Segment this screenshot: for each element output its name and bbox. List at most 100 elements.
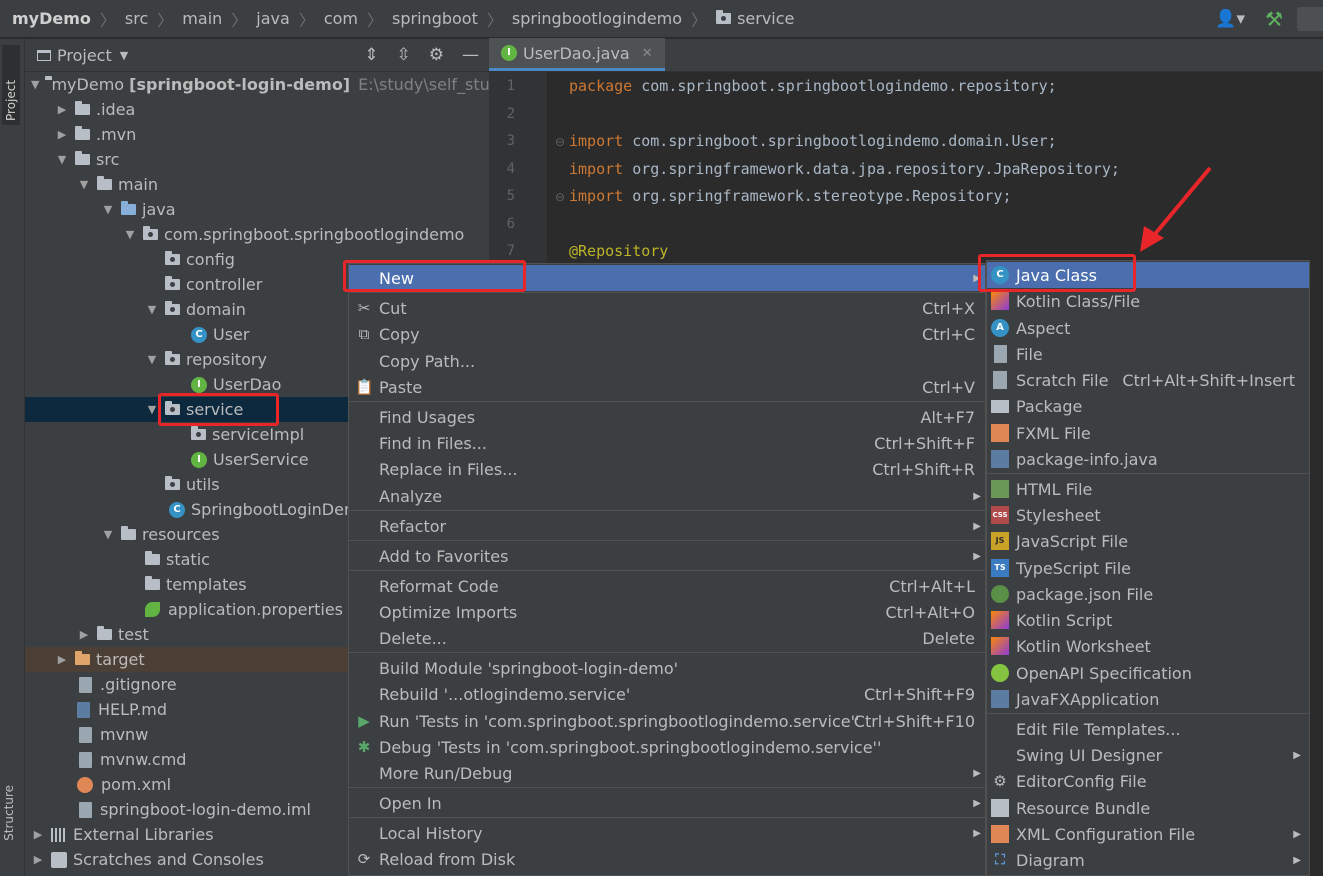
minimize-icon[interactable]: — — [462, 45, 479, 65]
tree-item-label: src — [96, 150, 120, 169]
chevron-down-icon[interactable]: ▼ — [55, 153, 69, 166]
submenu-item-label: Edit File Templates... — [1016, 719, 1181, 739]
menu-item-cut[interactable]: ✂ Cut Ctrl+X — [349, 295, 985, 321]
code-line-3[interactable]: import com.springboot.springbootlogindem… — [569, 132, 1057, 150]
chevron-down-icon[interactable]: ▼ — [145, 353, 159, 366]
menu-item-reformat-code[interactable]: Reformat Code Ctrl+Alt+L — [349, 573, 985, 599]
submenu-item-kotlin-script[interactable]: Kotlin Script — [987, 607, 1309, 633]
chevron-down-icon[interactable]: ▼ — [120, 49, 128, 62]
context-menu: New ▶ ✂ Cut Ctrl+X ⧉ Copy Ctrl+C Copy Path...… — [348, 263, 986, 876]
chevron-right-icon[interactable]: ▶ — [55, 103, 69, 116]
chevron-right-icon[interactable]: ▶ — [77, 628, 91, 641]
submenu-item-edit-file-templates[interactable]: Edit File Templates... — [987, 716, 1309, 742]
menu-item-refactor[interactable]: Refactor ▶ — [349, 513, 985, 539]
submenu-item-package-info[interactable]: package-info.java — [987, 446, 1309, 472]
chevron-down-icon[interactable]: ▼ — [123, 228, 137, 241]
submenu-item-swing-ui-designer[interactable]: Swing UI Designer ▶ — [987, 742, 1309, 768]
structure-tool-tab[interactable]: Structure — [2, 785, 16, 841]
chevron-down-icon[interactable]: ▼ — [145, 303, 159, 316]
line-number: 1 — [506, 78, 515, 94]
submenu-item-openapi[interactable]: OpenAPI Specification — [987, 660, 1309, 686]
menu-item-add-to-favorites[interactable]: Add to Favorites ▶ — [349, 543, 985, 569]
submenu-item-aspect[interactable]: A Aspect — [987, 315, 1309, 341]
code-line-7[interactable]: @Repository — [569, 242, 668, 260]
gear-icon[interactable]: ⚙ — [429, 45, 444, 65]
tree-item-java[interactable]: ▼ java — [25, 197, 489, 222]
menu-item-rebuild[interactable]: Rebuild '...otlogindemo.service' Ctrl+Shi… — [349, 681, 985, 707]
chevron-down-icon[interactable]: ▼ — [31, 78, 39, 91]
chevron-down-icon[interactable]: ▼ — [101, 528, 115, 541]
tree-item-main[interactable]: ▼ main — [25, 172, 489, 197]
breadcrumb-item-com[interactable]: com — [324, 9, 358, 28]
chevron-down-icon[interactable]: ▼ — [101, 203, 115, 216]
build-hammer-icon[interactable]: ⚒ — [1265, 7, 1283, 31]
submenu-item-javascript-file[interactable]: JS JavaScript File — [987, 528, 1309, 554]
chevron-right-icon[interactable]: ▶ — [55, 653, 69, 666]
menu-item-debug-tests[interactable]: ✱ Debug 'Tests in 'com.springboot.springb… — [349, 734, 985, 760]
breadcrumb-item-springbootlogindemo[interactable]: springbootlogindemo — [512, 9, 682, 28]
submenu-item-editorconfig[interactable]: ⚙ EditorConfig File — [987, 768, 1309, 794]
collapse-all-icon[interactable]: ⇳ — [397, 45, 411, 65]
submenu-item-fxml-file[interactable]: FXML File — [987, 420, 1309, 446]
project-tool-tab[interactable]: Project — [2, 45, 20, 125]
tree-item-mvn[interactable]: ▶ .mvn — [25, 122, 489, 147]
user-icon[interactable]: 👤▾ — [1215, 9, 1245, 29]
menu-item-analyze[interactable]: Analyze ▶ — [349, 483, 985, 509]
run-configuration-selector[interactable] — [1297, 7, 1323, 31]
submenu-item-javafx-application[interactable]: JavaFXApplication — [987, 686, 1309, 712]
close-icon[interactable]: ✕ — [642, 46, 653, 61]
menu-item-copy-path[interactable]: Copy Path... — [349, 348, 985, 374]
submenu-item-kotlin-worksheet[interactable]: Kotlin Worksheet — [987, 633, 1309, 659]
breadcrumb-item-src[interactable]: src — [125, 9, 148, 28]
tab-userdao-java[interactable]: I UserDao.java ✕ — [489, 38, 665, 71]
menu-item-find-in-files[interactable]: Find in Files... Ctrl+Shift+F — [349, 430, 985, 456]
breadcrumb-item-java[interactable]: java — [256, 9, 290, 28]
tree-item-idea[interactable]: ▶ .idea — [25, 97, 489, 122]
submenu-item-diagram[interactable]: ⛶ Diagram ▶ — [987, 847, 1309, 873]
project-panel-title[interactable]: Project — [57, 46, 112, 65]
menu-item-reload-from-disk[interactable]: ⟳ Reload from Disk — [349, 846, 985, 872]
submenu-item-typescript-file[interactable]: TS TypeScript File — [987, 555, 1309, 581]
submenu-item-package[interactable]: Package — [987, 393, 1309, 419]
tree-item-root-package[interactable]: ▼ com.springboot.springbootlogindemo — [25, 222, 489, 247]
code-line-5[interactable]: import org.springframework.stereotype.Re… — [569, 187, 1012, 205]
chevron-down-icon[interactable]: ▼ — [77, 178, 91, 191]
code-line-1[interactable]: package com.springboot.springbootloginde… — [569, 77, 1057, 95]
fold-icon[interactable]: ⊖ — [555, 135, 565, 149]
menu-item-replace-in-files[interactable]: Replace in Files... Ctrl+Shift+R — [349, 456, 985, 482]
menu-item-open-in[interactable]: Open In ▶ — [349, 790, 985, 816]
chevron-right-icon[interactable]: ▶ — [55, 128, 69, 141]
menu-item-paste[interactable]: 📋 Paste Ctrl+V — [349, 374, 985, 400]
submenu-item-xml-configuration[interactable]: XML Configuration File ▶ — [987, 821, 1309, 847]
code-line-4[interactable]: import org.springframework.data.jpa.repo… — [569, 160, 1120, 178]
menu-item-optimize-imports[interactable]: Optimize Imports Ctrl+Alt+O — [349, 599, 985, 625]
menu-item-copy[interactable]: ⧉ Copy Ctrl+C — [349, 321, 985, 347]
chevron-right-icon[interactable]: ▶ — [31, 828, 45, 841]
submenu-item-stylesheet[interactable]: CSS Stylesheet — [987, 502, 1309, 528]
submenu-item-scratch-file[interactable]: Scratch File Ctrl+Alt+Shift+Insert — [987, 367, 1309, 393]
tree-item-mydemo[interactable]: ▼ myDemo [springboot-login-demo] E:\stud… — [25, 72, 515, 97]
chevron-right-icon[interactable]: ▶ — [31, 853, 45, 866]
menu-item-build-module[interactable]: Build Module 'springboot-login-demo' — [349, 655, 985, 681]
menu-item-shortcut: Ctrl+Shift+R — [872, 459, 975, 479]
menu-item-delete[interactable]: Delete... Delete — [349, 625, 985, 651]
breadcrumb-item-springboot[interactable]: springboot — [392, 9, 478, 28]
kotlin-icon — [991, 292, 1009, 310]
menu-item-more-run-debug[interactable]: More Run/Debug ▶ — [349, 760, 985, 786]
breadcrumb-item-main[interactable]: main — [182, 9, 222, 28]
tree-item-src[interactable]: ▼ src — [25, 147, 489, 172]
submenu-item-package-json[interactable]: package.json File — [987, 581, 1309, 607]
expand-all-icon[interactable]: ⇕ — [364, 45, 378, 65]
menu-item-run-tests[interactable]: ▶ Run 'Tests in 'com.springboot.springboo… — [349, 708, 985, 734]
submenu-item-resource-bundle[interactable]: Resource Bundle — [987, 795, 1309, 821]
breadcrumb-item-mydemo[interactable]: myDemo — [12, 9, 91, 28]
fold-icon[interactable]: ⊖ — [555, 190, 565, 204]
menu-item-local-history[interactable]: Local History ▶ — [349, 820, 985, 846]
breadcrumb-item-service[interactable]: service — [716, 9, 794, 28]
submenu-item-html-file[interactable]: HTML File — [987, 476, 1309, 502]
submenu-arrow-icon: ▶ — [1293, 749, 1301, 761]
submenu-item-file[interactable]: File — [987, 341, 1309, 367]
submenu-item-label: FXML File — [1016, 423, 1091, 443]
chevron-down-icon[interactable]: ▼ — [145, 403, 159, 416]
menu-item-find-usages[interactable]: Find Usages Alt+F7 — [349, 404, 985, 430]
